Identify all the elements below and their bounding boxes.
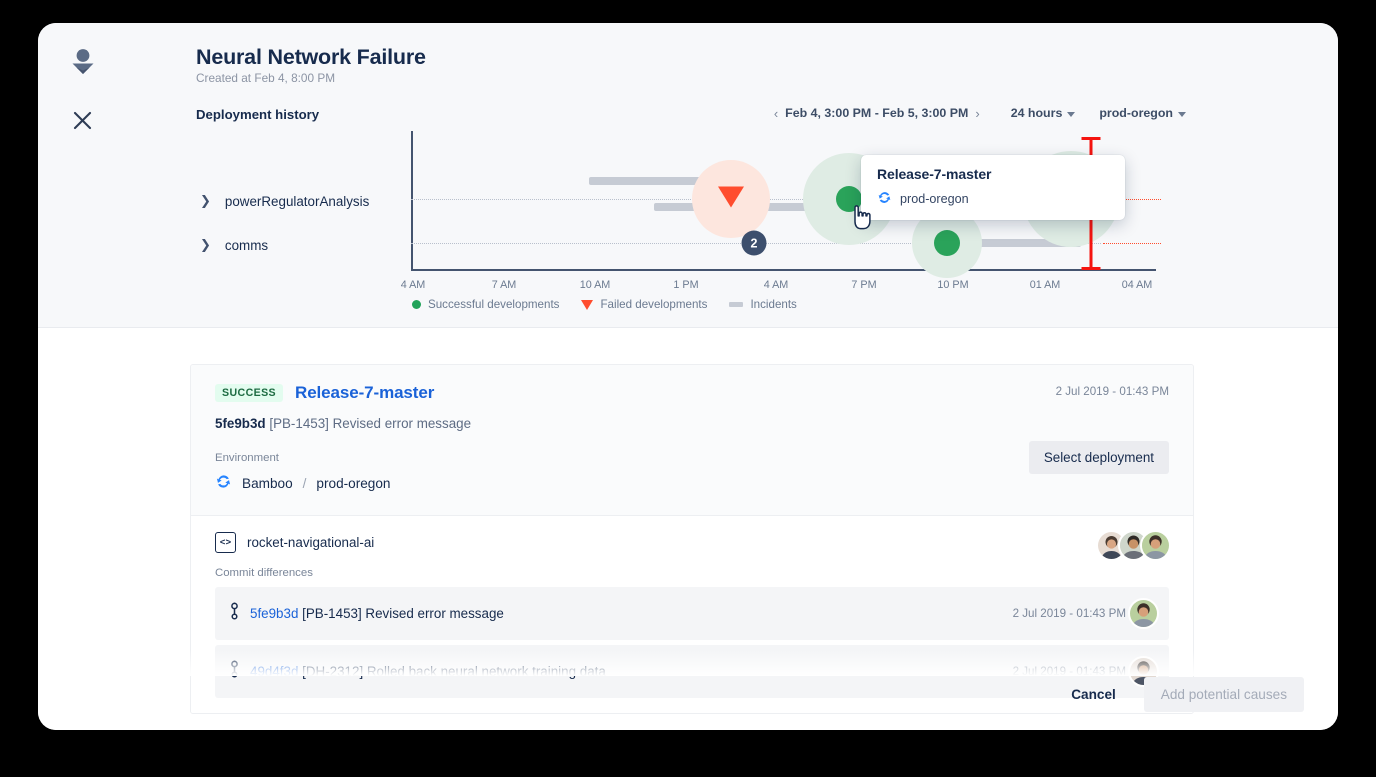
triangle-down-marker-icon (581, 300, 593, 310)
successful-deployment-marker[interactable] (934, 230, 960, 256)
x-tick: 1 PM (673, 279, 698, 291)
status-badge: SUCCESS (215, 384, 283, 402)
deployment-history-panel: Neural Network Failure Created at Feb 4,… (38, 23, 1338, 328)
environment-instance-name: prod-oregon (316, 476, 390, 491)
commit-list: 5fe9b3d [PB-1453] Revised error message … (215, 587, 1169, 698)
environment-label: prod-oregon (1099, 106, 1173, 120)
incident-marker-cap-top (1082, 137, 1101, 140)
environment-value: Bamboo / prod-oregon (215, 473, 1169, 493)
chevron-right-icon[interactable]: › (968, 107, 986, 120)
deployment-commit-line: 5fe9b3d [PB-1453] Revised error message (215, 416, 1169, 431)
dialog-footer: Cancel Add potential causes (1065, 677, 1304, 712)
repository-section: <> rocket-navigational-ai Commit differe… (191, 516, 1193, 713)
environment-tool-name: Bamboo (242, 476, 293, 491)
commit-meta: 2 Jul 2019 - 01:43 PM (1013, 598, 1159, 629)
environment-section-label: Environment (215, 452, 1169, 464)
release-link[interactable]: Release-7-master (295, 383, 434, 403)
x-tick: 7 PM (851, 279, 876, 291)
environment-separator: / (303, 476, 307, 491)
legend-label: Failed developments (600, 298, 707, 311)
legend-label: Successful developments (428, 298, 559, 311)
chart-plot-area: 2 Release-7-master pr (411, 131, 1206, 271)
interval-label: 24 hours (1011, 106, 1063, 120)
chart-row-label: comms (225, 238, 268, 253)
chart-x-axis (411, 269, 1156, 271)
deployment-commit-message: [PB-1453] Revised error message (269, 416, 471, 431)
x-tick: 7 AM (492, 279, 517, 291)
cursor-pointer-icon (851, 205, 873, 236)
chevron-left-icon[interactable]: ‹ (767, 107, 785, 120)
chevron-down-icon (1178, 112, 1186, 117)
deployment-status-line: SUCCESS Release-7-master (215, 383, 1169, 403)
contributor-avatars (1096, 530, 1171, 561)
deployment-card-header: SUCCESS Release-7-master 2 Jul 2019 - 01… (191, 365, 1193, 515)
commit-row[interactable]: 5fe9b3d [PB-1453] Revised error message … (215, 587, 1169, 640)
x-tick: 10 AM (580, 279, 611, 291)
repository-name: rocket-navigational-ai (247, 535, 374, 550)
scroll-fade (38, 650, 1338, 676)
tooltip-title: Release-7-master (877, 166, 1109, 182)
x-tick: 4 AM (764, 279, 789, 291)
branch-icon (229, 602, 240, 625)
chart-row-comms[interactable]: ❯ comms (200, 237, 268, 253)
chart-row-label: powerRegulatorAnalysis (225, 194, 369, 209)
deployment-commit-sha: 5fe9b3d (215, 416, 266, 431)
commit-timestamp: 2 Jul 2019 - 01:43 PM (1013, 607, 1126, 620)
deployment-detail-panel: SUCCESS Release-7-master 2 Jul 2019 - 01… (38, 329, 1338, 730)
chart-x-tick-labels: 4 AM 7 AM 10 AM 1 PM 4 AM 7 PM 10 PM 01 … (411, 279, 1171, 295)
page-subtitle: Created at Feb 4, 8:00 PM (196, 71, 335, 85)
chart-legend: Successful developments Failed developme… (412, 298, 797, 311)
cancel-button[interactable]: Cancel (1065, 679, 1122, 710)
x-tick: 4 AM (401, 279, 426, 291)
commit-text: 5fe9b3d [PB-1453] Revised error message (250, 606, 504, 621)
legend-item-incidents: Incidents (729, 298, 796, 311)
failed-deployment-marker[interactable] (718, 187, 744, 208)
chevron-right-icon: ❯ (200, 193, 211, 209)
tooltip-environment: prod-oregon (900, 192, 969, 206)
interval-dropdown[interactable]: 24 hours (1011, 106, 1076, 120)
avatar[interactable] (1140, 530, 1171, 561)
x-tick: 01 AM (1030, 279, 1061, 291)
left-rail (66, 45, 112, 136)
commit-sha[interactable]: 5fe9b3d (250, 606, 298, 621)
legend-label: Incidents (750, 298, 796, 311)
deployment-timeline-chart: ❯ powerRegulatorAnalysis ❯ comms (196, 131, 1206, 316)
incident-marker-cap-bottom (1082, 267, 1101, 270)
chevron-down-icon (1067, 112, 1075, 117)
deployment-timestamp: 2 Jul 2019 - 01:43 PM (1056, 385, 1169, 398)
close-icon[interactable] (72, 110, 112, 136)
x-tick: 04 AM (1122, 279, 1153, 291)
add-potential-causes-button[interactable]: Add potential causes (1144, 677, 1304, 712)
person-icon (66, 45, 112, 84)
bamboo-icon (877, 190, 892, 208)
chart-gridline-row1-red (1103, 243, 1161, 244)
page-title: Neural Network Failure (196, 45, 426, 70)
legend-item-successful: Successful developments (412, 298, 559, 311)
date-range-label: Feb 4, 3:00 PM - Feb 5, 3:00 PM (785, 106, 968, 120)
environment-dropdown[interactable]: prod-oregon (1099, 106, 1186, 120)
cluster-count-badge[interactable]: 2 (742, 231, 767, 256)
code-brackets-icon: <> (215, 532, 236, 553)
select-deployment-button[interactable]: Select deployment (1029, 441, 1169, 474)
chart-row-powerregulatoranalysis[interactable]: ❯ powerRegulatorAnalysis (200, 193, 369, 209)
bamboo-icon (215, 473, 232, 493)
repository-row: <> rocket-navigational-ai (215, 532, 1169, 553)
bar-marker-icon (729, 302, 743, 307)
dot-marker-icon (412, 300, 421, 309)
app-window: Neural Network Failure Created at Feb 4,… (38, 23, 1338, 730)
chevron-right-icon: ❯ (200, 237, 211, 253)
tooltip-environment-row: prod-oregon (877, 190, 1109, 208)
timeline-controls: ‹ Feb 4, 3:00 PM - Feb 5, 3:00 PM › 24 h… (767, 106, 1186, 120)
x-tick: 10 PM (937, 279, 968, 291)
legend-item-failed: Failed developments (581, 298, 707, 311)
chart-y-axis (411, 131, 413, 271)
section-title: Deployment history (196, 107, 319, 122)
commit-message: [PB-1453] Revised error message (302, 606, 504, 621)
commit-differences-label: Commit differences (215, 567, 1169, 579)
avatar[interactable] (1128, 598, 1159, 629)
deployment-tooltip: Release-7-master prod-oregon (861, 155, 1125, 220)
